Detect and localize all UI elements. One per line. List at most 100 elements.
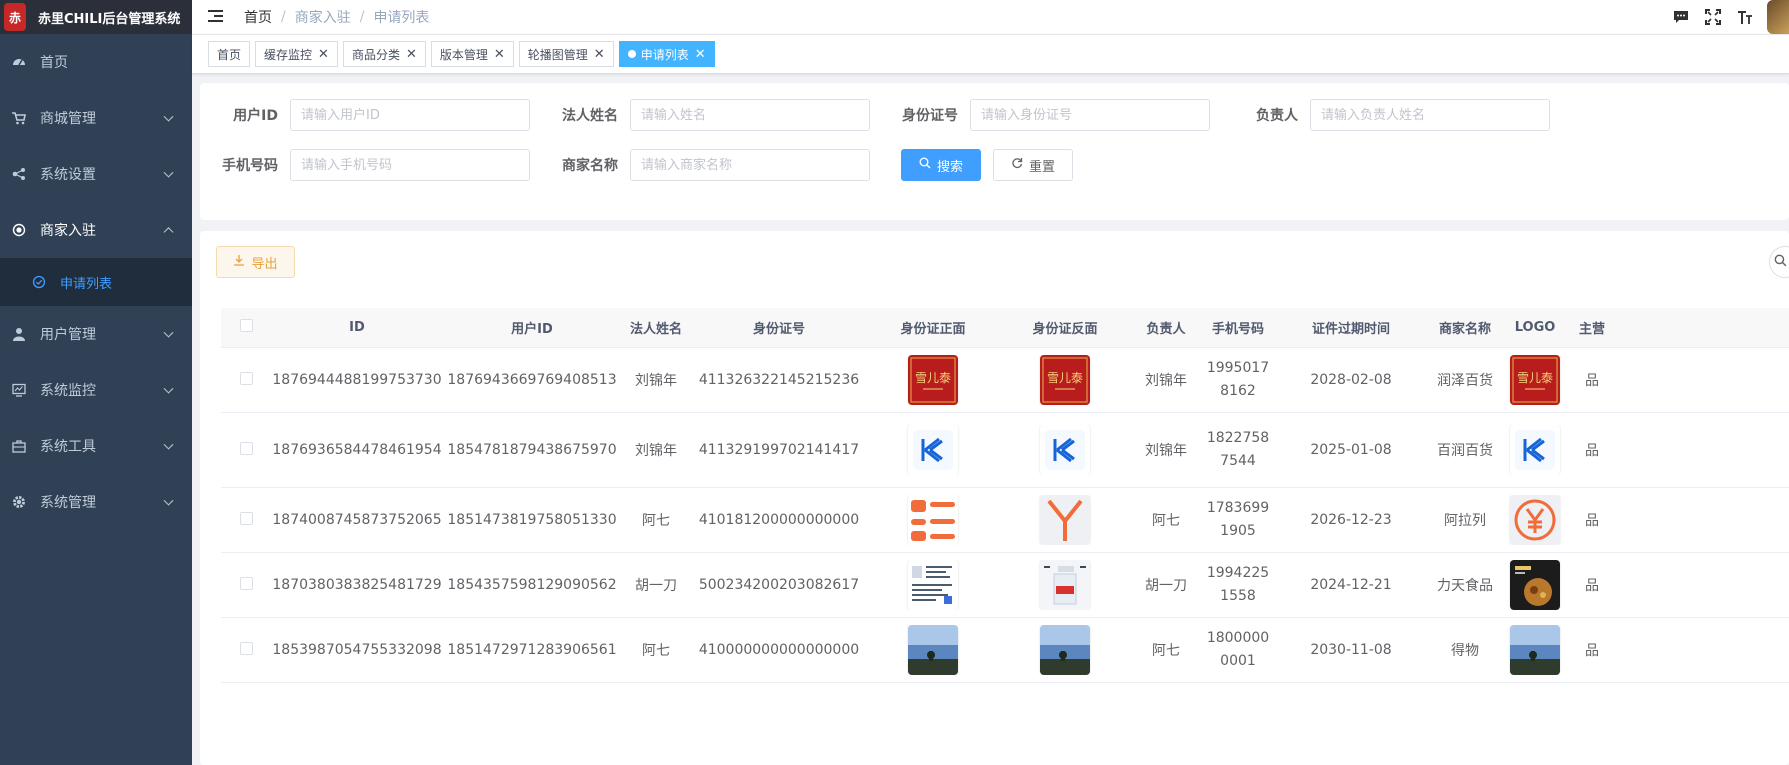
search-toggle-button[interactable] (1769, 246, 1789, 278)
col-header: 用户ID (511, 322, 553, 337)
row-checkbox[interactable] (239, 641, 253, 655)
manager-input[interactable] (1310, 99, 1550, 131)
cell-id: 1874008745873752065 (272, 512, 442, 528)
image-thumbnail[interactable] (1040, 625, 1090, 675)
image-thumbnail[interactable]: 雪儿泰 (908, 355, 958, 405)
tag-label: 申请列表 (640, 47, 689, 62)
row-checkbox[interactable] (239, 441, 253, 455)
search-form: 用户ID 法人姓名 身份证号 负责人 手机号码 商家名称 搜索 (200, 83, 1789, 220)
cell-expire-date: 2030-11-08 (1310, 642, 1392, 658)
tag-home[interactable]: 首页 (208, 41, 251, 67)
image-thumbnail[interactable] (908, 495, 958, 545)
phone-part-2: 1558 (1220, 588, 1256, 604)
cell-user-id: 1854357598129090562 (447, 577, 617, 593)
cell-logo: 雪儿泰 (1503, 355, 1567, 405)
cell-id-number: 500234200203082617 (698, 577, 860, 593)
font-size-icon[interactable] (1735, 7, 1755, 27)
sidebar-item-label: 首页 (40, 55, 68, 71)
close-icon[interactable]: ✕ (318, 47, 329, 62)
chevron-down-icon (163, 167, 174, 178)
select-all-checkbox[interactable] (239, 319, 253, 332)
chevron-down-icon (163, 439, 174, 450)
sidebar-item-mall[interactable]: 商城管理 (0, 90, 192, 146)
tag-carousel[interactable]: 轮播图管理 ✕ (518, 41, 614, 67)
reset-button[interactable]: 重置 (993, 149, 1073, 181)
form-item-phone: 手机号码 (210, 149, 530, 181)
sidebar-menu: 首页 商城管理 系统设置 商家入驻 申请列表 用户管理 系统监控 系统工具 系统… (0, 34, 192, 530)
phone-part-2: 0001 (1220, 653, 1256, 669)
sidebar-item-tools[interactable]: 系统工具 (0, 418, 192, 474)
sidebar-item-apply-list[interactable]: 申请列表 (0, 258, 192, 306)
breadcrumb-home[interactable]: 首页 (244, 7, 272, 27)
tag-cache-monitor[interactable]: 缓存监控 ✕ (255, 41, 338, 67)
phone-part-1: 1995017 (1206, 360, 1270, 376)
table-row: 1853987054755332098 1851472971283906561 阿七… (221, 618, 1789, 683)
avatar[interactable] (1767, 0, 1789, 34)
image-thumbnail[interactable] (1510, 560, 1560, 610)
close-icon[interactable]: ✕ (406, 47, 417, 62)
cell-main-business: 品 (1585, 373, 1599, 389)
row-checkbox[interactable] (239, 576, 253, 590)
tag-apply-list[interactable]: 申请列表 ✕ (618, 41, 715, 67)
shop-name-input[interactable] (630, 149, 870, 181)
tag-category[interactable]: 商品分类 ✕ (342, 41, 426, 67)
image-thumbnail[interactable] (1510, 495, 1560, 545)
image-thumbnail[interactable] (1040, 425, 1090, 475)
phone-input[interactable] (290, 149, 530, 181)
sidebar-item-label: 商城管理 (40, 111, 96, 127)
image-thumbnail[interactable] (1040, 560, 1090, 610)
phone-part-1: 1822758 (1206, 430, 1270, 446)
image-thumbnail[interactable]: 雪儿泰 (1510, 355, 1560, 405)
sidebar-item-settings[interactable]: 系统设置 (0, 146, 192, 202)
logo-row[interactable]: 赤 赤里CHILI后台管理系统 (0, 0, 192, 34)
form-item-legal-name: 法人姓名 (550, 99, 870, 131)
cell-id-front (867, 625, 999, 675)
sidebar-item-monitor[interactable]: 系统监控 (0, 362, 192, 418)
image-thumbnail[interactable] (1510, 425, 1560, 475)
message-icon[interactable] (1671, 7, 1691, 27)
export-button[interactable]: 导出 (216, 246, 295, 278)
sidebar-item-merchant[interactable]: 商家入驻 (0, 202, 192, 258)
image-thumbnail[interactable]: 雪儿泰 (1040, 355, 1090, 405)
sidebar-item-system[interactable]: 系统管理 (0, 474, 192, 530)
image-thumbnail[interactable] (1040, 495, 1090, 545)
close-icon[interactable]: ✕ (695, 47, 706, 62)
search-button-label: 搜索 (936, 159, 963, 175)
cell-manager: 刘锦年 (1145, 373, 1187, 389)
monitor-icon (12, 383, 26, 397)
image-thumbnail[interactable] (908, 560, 958, 610)
cell-expire-date: 2024-12-21 (1310, 577, 1392, 593)
close-icon[interactable]: ✕ (594, 47, 605, 62)
cell-id-front (867, 425, 999, 475)
cart-icon (12, 111, 26, 125)
id-number-input[interactable] (970, 99, 1210, 131)
user-id-input[interactable] (290, 99, 530, 131)
cell-expire-date: 2025-01-08 (1310, 442, 1392, 458)
table-row: 1874008745873752065 1851473819758051330 阿七… (221, 488, 1789, 553)
sidebar-item-label: 用户管理 (40, 327, 96, 343)
table-header: ID 用户ID 法人姓名 身份证号 身份证正面 身份证反面 负责人 手机号码 证… (221, 308, 1789, 348)
fullscreen-icon[interactable] (1703, 7, 1723, 27)
active-dot-icon (627, 50, 636, 58)
image-thumbnail[interactable] (908, 425, 958, 475)
app-logo: 赤 (4, 3, 26, 31)
row-select-cell (221, 371, 271, 389)
cell-legal-name: 阿七 (642, 513, 670, 529)
image-thumbnail[interactable] (908, 625, 958, 675)
sidebar-item-users[interactable]: 用户管理 (0, 306, 192, 362)
row-checkbox[interactable] (239, 511, 253, 525)
col-header: 证件过期时间 (1311, 322, 1390, 337)
user-id-label: 用户ID (233, 108, 278, 124)
cell-id-front: 雪儿泰 (867, 355, 999, 405)
image-thumbnail[interactable] (1510, 625, 1560, 675)
phone-label: 手机号码 (222, 158, 278, 174)
search-button[interactable]: 搜索 (901, 149, 981, 181)
cell-id-back: 雪儿泰 (999, 355, 1131, 405)
cell-expire-date: 2026-12-23 (1310, 512, 1392, 528)
close-icon[interactable]: ✕ (494, 47, 505, 62)
hamburger-icon[interactable] (208, 10, 226, 24)
tag-version[interactable]: 版本管理 ✕ (430, 41, 514, 67)
sidebar-item-home[interactable]: 首页 (0, 34, 192, 90)
row-checkbox[interactable] (239, 371, 253, 385)
legal-name-input[interactable] (630, 99, 870, 131)
